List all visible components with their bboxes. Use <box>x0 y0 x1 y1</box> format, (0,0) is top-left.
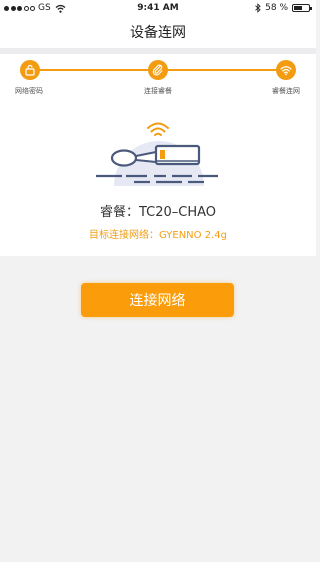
spoon-device-icon <box>110 144 201 167</box>
battery-icon <box>292 4 312 12</box>
nav-bar: 设备连网 <box>0 18 316 48</box>
connect-network-button[interactable]: 连接网络 <box>81 283 234 317</box>
battery-fill <box>294 6 303 10</box>
step-1-circle <box>20 60 40 80</box>
signal-waves-icon <box>147 122 169 136</box>
wifi-icon <box>280 66 292 76</box>
page-title: 设备连网 <box>130 25 186 41</box>
link-icon <box>152 64 163 76</box>
lock-icon <box>25 64 35 76</box>
step-2-circle <box>148 60 168 80</box>
bluetooth-icon <box>255 3 261 13</box>
content-card: 网络密码 连接睿餐 睿餐连网 睿餐：TC20–CHAO 目标连接网络：GYENN… <box>0 54 316 256</box>
battery-percent: 58 % <box>265 3 288 13</box>
smart-spoon-illustration <box>96 122 218 186</box>
step-3-label: 睿餐连网 <box>272 87 300 95</box>
connect-network-label: 连接网络 <box>129 293 186 309</box>
target-network: 目标连接网络：GYENNO 2.4g <box>89 230 227 241</box>
step-3-circle <box>276 60 296 80</box>
status-right: 58 % <box>255 3 312 13</box>
step-1-label: 网络密码 <box>15 87 43 95</box>
device-name: 睿餐：TC20–CHAO <box>99 205 217 220</box>
step-2-label: 连接睿餐 <box>144 87 172 95</box>
status-bar: GS 9:41 AM 58 % <box>0 0 316 18</box>
